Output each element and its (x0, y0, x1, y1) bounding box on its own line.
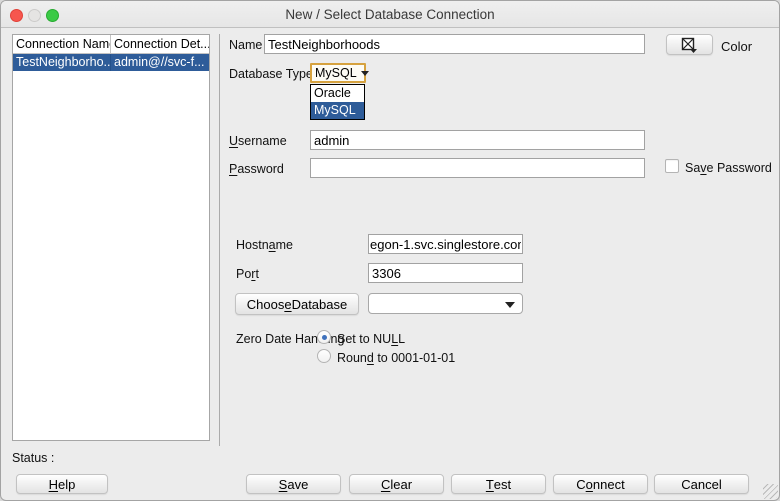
dialog-window: New / Select Database Connection Connect… (0, 0, 780, 501)
connect-button[interactable]: Co nnect (553, 474, 648, 494)
cancel-button[interactable]: Cancel (654, 474, 749, 494)
connection-row[interactable]: TestNeighborho... admin@//svc-f... (13, 54, 209, 71)
password-label: Password (229, 162, 284, 176)
connection-name-cell[interactable]: TestNeighborho... (13, 54, 111, 71)
password-input[interactable] (310, 158, 645, 178)
choose-database-button[interactable]: Choos e Database (235, 293, 359, 315)
save-password-checkbox[interactable] (665, 159, 679, 173)
radio-round-to-date[interactable] (317, 349, 331, 363)
port-input[interactable] (368, 263, 523, 283)
panel-splitter[interactable] (219, 34, 220, 446)
database-combobox[interactable] (368, 293, 523, 314)
database-type-dropdown[interactable]: MySQL (310, 63, 369, 83)
resize-grip[interactable] (763, 484, 778, 499)
clear-button[interactable]: Clear (349, 474, 444, 494)
help-button[interactable]: Help (16, 474, 108, 494)
chevron-down-icon (360, 70, 369, 76)
hostname-label: Hostname (236, 238, 293, 252)
username-input[interactable] (310, 130, 645, 150)
window-title: New / Select Database Connection (285, 7, 495, 22)
test-button[interactable]: Test (451, 474, 546, 494)
database-type-label: Database Type (229, 67, 313, 81)
title-bar: New / Select Database Connection (1, 1, 779, 28)
color-button[interactable] (666, 34, 713, 55)
option-oracle[interactable]: Oracle (311, 85, 364, 102)
name-label: Name (229, 38, 263, 52)
radio-set-to-null[interactable] (317, 330, 331, 344)
connections-table[interactable]: Connection Name Connection Det... TestNe… (12, 34, 210, 441)
database-type-value: MySQL (315, 66, 357, 80)
option-mysql[interactable]: MySQL (311, 102, 364, 119)
save-password-label: Save Password (685, 161, 772, 175)
save-button[interactable]: Save (246, 474, 341, 494)
database-type-options-list: Oracle MySQL (310, 84, 365, 120)
color-label: Color (721, 39, 753, 54)
no-color-swatch-icon (681, 37, 697, 53)
status-label: Status : (12, 451, 55, 465)
username-label: Username (229, 134, 287, 148)
column-header-connection-details[interactable]: Connection Det... (111, 35, 209, 54)
round-to-date-label[interactable]: Round to 0001-01-01 (337, 351, 455, 365)
hostname-input[interactable] (368, 234, 523, 254)
name-input[interactable] (264, 34, 645, 54)
connections-table-header: Connection Name Connection Det... (13, 35, 209, 54)
column-header-connection-name[interactable]: Connection Name (13, 35, 111, 54)
chevron-down-icon (505, 302, 515, 308)
connection-details-cell[interactable]: admin@//svc-f... (111, 54, 209, 71)
set-to-null-label[interactable]: Set to NULL (337, 332, 405, 346)
port-label: Port (236, 267, 259, 281)
